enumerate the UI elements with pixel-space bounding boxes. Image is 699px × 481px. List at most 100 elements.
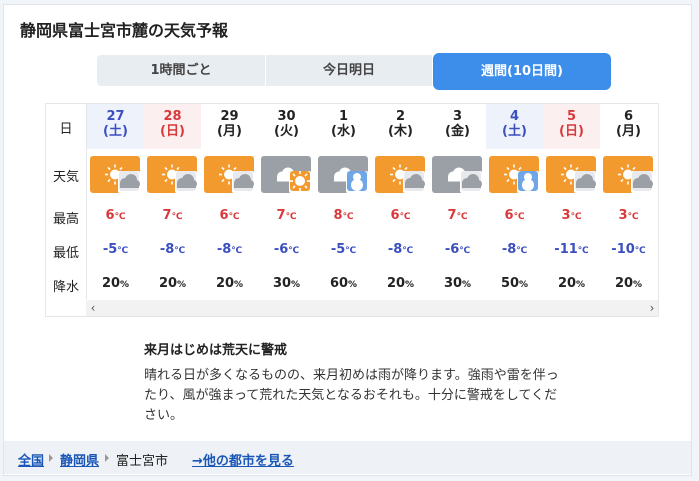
- cloudy-then-snow-icon: [318, 156, 368, 193]
- breadcrumb-japan[interactable]: 全国: [18, 450, 44, 469]
- precip-probability: 60%: [329, 276, 358, 291]
- date-cell: 29 (月): [201, 104, 258, 149]
- precip-probability: 20%: [101, 276, 130, 291]
- day-weekday: (土): [502, 124, 527, 139]
- precip-probability: 20%: [614, 276, 643, 291]
- sunny-then-snow-icon: [489, 156, 539, 193]
- day-weekday: (金): [445, 124, 470, 139]
- day-column: 4 (土) 6℃ -8℃ 50%: [486, 104, 543, 299]
- day-number: 2: [395, 109, 406, 124]
- low-temp: -8℃: [387, 242, 414, 257]
- horizontal-scrollbar[interactable]: ‹ ›: [86, 300, 658, 316]
- day-number: 27: [106, 109, 125, 124]
- precip-probability: 20%: [557, 276, 586, 291]
- day-weekday: (月): [616, 124, 641, 139]
- high-temp: 6℃: [390, 208, 411, 223]
- day-number: 28: [163, 109, 182, 124]
- day-number: 4: [509, 109, 520, 124]
- day-column: 2 (木) 6℃ -8℃ 20%: [372, 104, 429, 299]
- day-number: 30: [277, 109, 296, 124]
- low-temp: -6℃: [444, 242, 471, 257]
- high-temp: 3℃: [618, 208, 639, 223]
- page-title: 静岡県富士宮市麓の天気予報: [20, 21, 229, 40]
- precip-probability: 20%: [158, 276, 187, 291]
- breadcrumb-separator-icon: [105, 454, 109, 462]
- day-column: 6 (月) 3℃ -10℃ 20%: [600, 104, 657, 299]
- sunny-then-cloudy-icon: [546, 156, 596, 193]
- tab-hourly[interactable]: 1時間ごと: [97, 55, 265, 86]
- row-header-column: 日 天気 最高 最低 降水: [46, 104, 87, 299]
- high-temp: 3℃: [561, 208, 582, 223]
- day-column: 3 (金) 7℃ -6℃ 30%: [429, 104, 486, 299]
- date-cell: 3 (金): [429, 104, 486, 149]
- sunny-then-cloudy-icon: [204, 156, 254, 193]
- day-number: 3: [452, 109, 463, 124]
- row-label-date: 日: [59, 122, 73, 137]
- row-label-precip: 降水: [52, 280, 79, 295]
- breadcrumb: 全国 静岡県 富士宮市 →他の都市を見る: [4, 441, 691, 474]
- scroll-left-icon[interactable]: ‹: [86, 300, 100, 316]
- date-cell: 1 (水): [315, 104, 372, 149]
- high-temp: 8℃: [333, 208, 354, 223]
- precip-probability: 20%: [215, 276, 244, 291]
- precip-probability: 20%: [386, 276, 415, 291]
- high-temp: 7℃: [162, 208, 183, 223]
- low-temp: -5℃: [102, 242, 129, 257]
- scroll-right-icon[interactable]: ›: [645, 300, 658, 316]
- day-weekday: (火): [274, 124, 299, 139]
- high-temp: 7℃: [447, 208, 468, 223]
- cloudy-then-sunny-icon: [261, 156, 311, 193]
- precip-probability: 30%: [443, 276, 472, 291]
- high-temp: 6℃: [105, 208, 126, 223]
- high-temp: 7℃: [276, 208, 297, 223]
- day-column: 29 (月) 6℃ -8℃ 20%: [201, 104, 258, 299]
- date-cell: 27 (土): [87, 104, 144, 149]
- forecast-card: 静岡県富士宮市麓の天気予報 1時間ごと 今日明日 週間(10日間) 日 天気 最…: [3, 4, 692, 476]
- other-cities-link[interactable]: →他の都市を見る: [192, 450, 294, 469]
- sunny-then-cloudy-icon: [375, 156, 425, 193]
- day-number: 5: [566, 109, 577, 124]
- sunny-then-cloudy-icon: [603, 156, 653, 193]
- day-column: 27 (土) 6℃ -5℃ 20%: [87, 104, 144, 299]
- date-cell: 30 (火): [258, 104, 315, 149]
- sunny-then-cloudy-icon: [90, 156, 140, 193]
- day-column: 1 (水) 8℃ -5℃ 60%: [315, 104, 372, 299]
- day-weekday: (月): [217, 124, 242, 139]
- low-temp: -6℃: [273, 242, 300, 257]
- day-number: 1: [338, 109, 349, 124]
- date-cell: 4 (土): [486, 104, 543, 149]
- day-number: 29: [220, 109, 239, 124]
- weekly-forecast-table: 日 天気 最高 最低 降水 27 (土) 6℃ -5℃ 20% 28 (日) 7…: [45, 103, 659, 317]
- day-number: 6: [623, 109, 634, 124]
- day-weekday: (日): [160, 124, 185, 139]
- low-temp: -8℃: [159, 242, 186, 257]
- comment-title: 来月はじめは荒天に警戒: [144, 343, 288, 358]
- high-temp: 6℃: [504, 208, 525, 223]
- low-temp: -11℃: [554, 242, 589, 257]
- day-weekday: (日): [559, 124, 584, 139]
- low-temp: -8℃: [216, 242, 243, 257]
- high-temp: 6℃: [219, 208, 240, 223]
- day-weekday: (土): [103, 124, 128, 139]
- day-column: 30 (火) 7℃ -6℃ 30%: [258, 104, 315, 299]
- date-cell: 2 (木): [372, 104, 429, 149]
- comment-body: 晴れる日が多くなるものの、来月初めは雨が降ります。強雨や雷を伴ったり、風が強まっ…: [144, 368, 559, 423]
- date-cell: 28 (日): [144, 104, 201, 149]
- date-cell: 5 (日): [543, 104, 600, 149]
- precip-probability: 30%: [272, 276, 301, 291]
- tab-weekly[interactable]: 週間(10日間): [433, 53, 611, 90]
- row-label-high: 最高: [52, 212, 79, 227]
- low-temp: -5℃: [330, 242, 357, 257]
- day-weekday: (水): [331, 124, 356, 139]
- sunny-then-cloudy-icon: [147, 156, 197, 193]
- breadcrumb-shizuoka[interactable]: 静岡県: [60, 450, 99, 469]
- low-temp: -8℃: [501, 242, 528, 257]
- tab-today-tomorrow[interactable]: 今日明日: [266, 55, 432, 86]
- low-temp: -10℃: [611, 242, 646, 257]
- breadcrumb-current: 富士宮市: [116, 454, 169, 469]
- row-label-low: 最低: [52, 246, 79, 261]
- row-label-weather: 天気: [52, 170, 79, 185]
- breadcrumb-separator-icon: [49, 454, 53, 462]
- date-cell: 6 (月): [600, 104, 657, 149]
- day-column: 5 (日) 3℃ -11℃ 20%: [543, 104, 600, 299]
